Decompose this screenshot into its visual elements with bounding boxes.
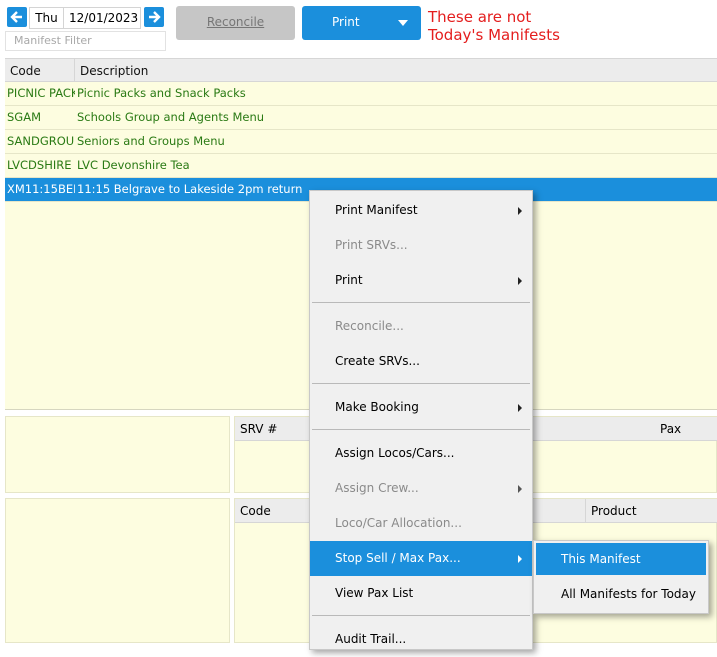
- day-label: Thu: [29, 7, 64, 29]
- menu-item-print[interactable]: Print: [310, 263, 532, 298]
- manifest-row[interactable]: PICNIC PACKS Picnic Packs and Snack Pack…: [5, 82, 717, 106]
- column-header-srv[interactable]: SRV #: [240, 417, 277, 441]
- print-button[interactable]: Print: [302, 6, 421, 40]
- menu-item-label: Print Manifest: [335, 203, 418, 217]
- menu-item-label: Stop Sell / Max Pax...: [335, 551, 461, 565]
- menu-item-label: Make Booking: [335, 400, 419, 414]
- manifest-description: Picnic Packs and Snack Packs: [77, 86, 246, 100]
- column-header-product[interactable]: Product: [585, 499, 637, 523]
- column-header-code[interactable]: Code: [5, 59, 75, 83]
- manifest-row[interactable]: SANDGROUPS Seniors and Groups Menu: [5, 130, 717, 154]
- manifest-code: LVCDSHIRE: [7, 158, 72, 172]
- stop-sell-submenu: This Manifest All Manifests for Today: [533, 540, 709, 614]
- date-field[interactable]: 12/01/2023: [63, 7, 141, 29]
- submenu-arrow-icon: [518, 555, 522, 563]
- manifest-description: Schools Group and Agents Menu: [77, 110, 265, 124]
- submenu-arrow-icon: [518, 485, 522, 493]
- menu-separator: [312, 383, 530, 384]
- manifest-row[interactable]: SGAM Schools Group and Agents Menu: [5, 106, 717, 130]
- product-left-pane: [5, 498, 230, 643]
- print-button-label: Print: [332, 15, 360, 29]
- menu-item-view-pax-list[interactable]: View Pax List: [310, 576, 532, 611]
- menu-item-label: Print: [335, 273, 363, 287]
- manifest-code: SANDGROUPS: [7, 134, 75, 148]
- warning-line-1: These are not: [428, 8, 532, 26]
- chevron-down-icon: [398, 20, 408, 26]
- srv-left-pane: [5, 416, 230, 493]
- context-menu: Print Manifest Print SRVs... Print Recon…: [309, 190, 533, 650]
- submenu-item-this-manifest[interactable]: This Manifest: [536, 543, 706, 575]
- menu-separator: [312, 429, 530, 430]
- manifest-row[interactable]: LVCDSHIRE LVC Devonshire Tea: [5, 154, 717, 178]
- menu-separator: [312, 615, 530, 616]
- warning-line-2: Today's Manifests: [428, 26, 560, 44]
- column-header-pax[interactable]: Pax: [660, 417, 681, 441]
- manifest-grid-header: Code Description: [5, 58, 717, 83]
- menu-item-make-booking[interactable]: Make Booking: [310, 390, 532, 425]
- reconcile-button[interactable]: Reconcile: [176, 6, 295, 40]
- manifest-code: XM11:15BEL: [7, 182, 75, 196]
- arrow-right-icon: [149, 11, 161, 23]
- submenu-item-all-manifests-today[interactable]: All Manifests for Today: [536, 578, 706, 610]
- menu-item-loco-car-allocation: Loco/Car Allocation...: [335, 516, 462, 530]
- menu-item-assign-crew: Assign Crew...: [310, 471, 532, 506]
- menu-item-audit-trail[interactable]: Audit Trail...: [310, 622, 532, 657]
- arrow-left-icon: [10, 11, 22, 23]
- submenu-arrow-icon: [518, 207, 522, 215]
- next-day-button[interactable]: [144, 7, 164, 27]
- submenu-arrow-icon: [518, 404, 522, 412]
- previous-day-button[interactable]: [7, 7, 27, 27]
- menu-item-reconcile: Reconcile...: [335, 319, 404, 333]
- menu-item-print-manifest[interactable]: Print Manifest: [310, 193, 532, 228]
- menu-item-stop-sell-max-pax[interactable]: Stop Sell / Max Pax...: [310, 541, 532, 576]
- manifest-code: SGAM: [7, 110, 42, 124]
- menu-item-print-srvs: Print SRVs...: [335, 238, 408, 252]
- manifest-code: PICNIC PACKS: [7, 86, 75, 100]
- submenu-arrow-icon: [518, 277, 522, 285]
- manifest-filter-input[interactable]: Manifest Filter: [5, 31, 166, 51]
- menu-item-assign-locos-cars[interactable]: Assign Locos/Cars...: [310, 436, 532, 471]
- manifest-description: LVC Devonshire Tea: [77, 158, 190, 172]
- menu-separator: [312, 302, 530, 303]
- menu-item-create-srvs[interactable]: Create SRVs...: [310, 344, 532, 379]
- column-header-code[interactable]: Code: [240, 499, 271, 523]
- column-header-description[interactable]: Description: [75, 59, 148, 83]
- manifest-description: Seniors and Groups Menu: [77, 134, 225, 148]
- menu-item-label: Assign Crew...: [335, 481, 419, 495]
- manifest-description: 11:15 Belgrave to Lakeside 2pm return: [77, 182, 303, 196]
